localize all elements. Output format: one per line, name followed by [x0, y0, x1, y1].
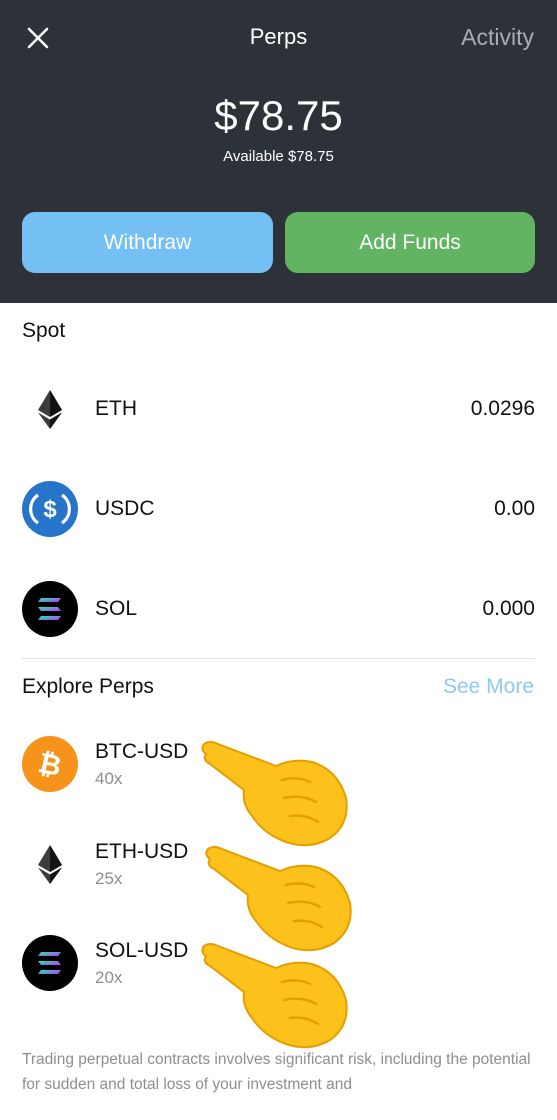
spot-row-usdc[interactable]: $ USDC 0.00 [22, 481, 535, 537]
pointing-hand-icon [201, 741, 348, 847]
see-more-link[interactable]: See More [443, 675, 534, 699]
perp-pair: BTC-USD [95, 739, 189, 763]
spot-amount: 0.0296 [470, 397, 535, 420]
balance-amount: $78.75 [214, 92, 343, 139]
spot-symbol: USDC [95, 497, 155, 520]
eth-icon [38, 845, 62, 884]
sol-icon [22, 581, 78, 637]
spot-amount: 0.00 [494, 497, 535, 520]
btc-icon: ₿ [22, 736, 78, 792]
perp-pair: ETH-USD [95, 839, 189, 863]
perp-leverage: 20x [95, 967, 123, 987]
pointing-hand-icon [205, 846, 352, 952]
spot-row-sol[interactable]: SOL 0.000 [22, 581, 535, 637]
perp-leverage: 25x [95, 868, 123, 888]
spot-symbol: SOL [95, 597, 138, 620]
perp-pair: SOL-USD [95, 938, 189, 962]
header: Perps Activity $78.75 Available $78.75 W… [0, 0, 557, 303]
spot-amount: 0.000 [482, 597, 535, 620]
withdraw-button[interactable]: Withdraw [22, 212, 273, 273]
available-balance: Available $78.75 [223, 148, 334, 165]
perp-leverage: 40x [95, 768, 123, 788]
spot-symbol: ETH [95, 397, 137, 420]
spot-heading: Spot [22, 319, 66, 342]
spot-row-eth[interactable]: ETH 0.0296 [22, 381, 535, 437]
sol-icon [22, 935, 78, 991]
add-funds-button[interactable]: Add Funds [285, 212, 535, 273]
explore-perps-heading: Explore Perps [22, 675, 154, 698]
usdc-icon: $ [22, 481, 78, 537]
pointing-hand-icon [201, 943, 348, 1049]
svg-text:$: $ [43, 496, 57, 523]
divider [22, 658, 535, 659]
activity-link[interactable]: Activity [461, 24, 534, 51]
risk-disclaimer: Trading perpetual contracts involves sig… [22, 1051, 531, 1093]
eth-icon [38, 390, 62, 429]
